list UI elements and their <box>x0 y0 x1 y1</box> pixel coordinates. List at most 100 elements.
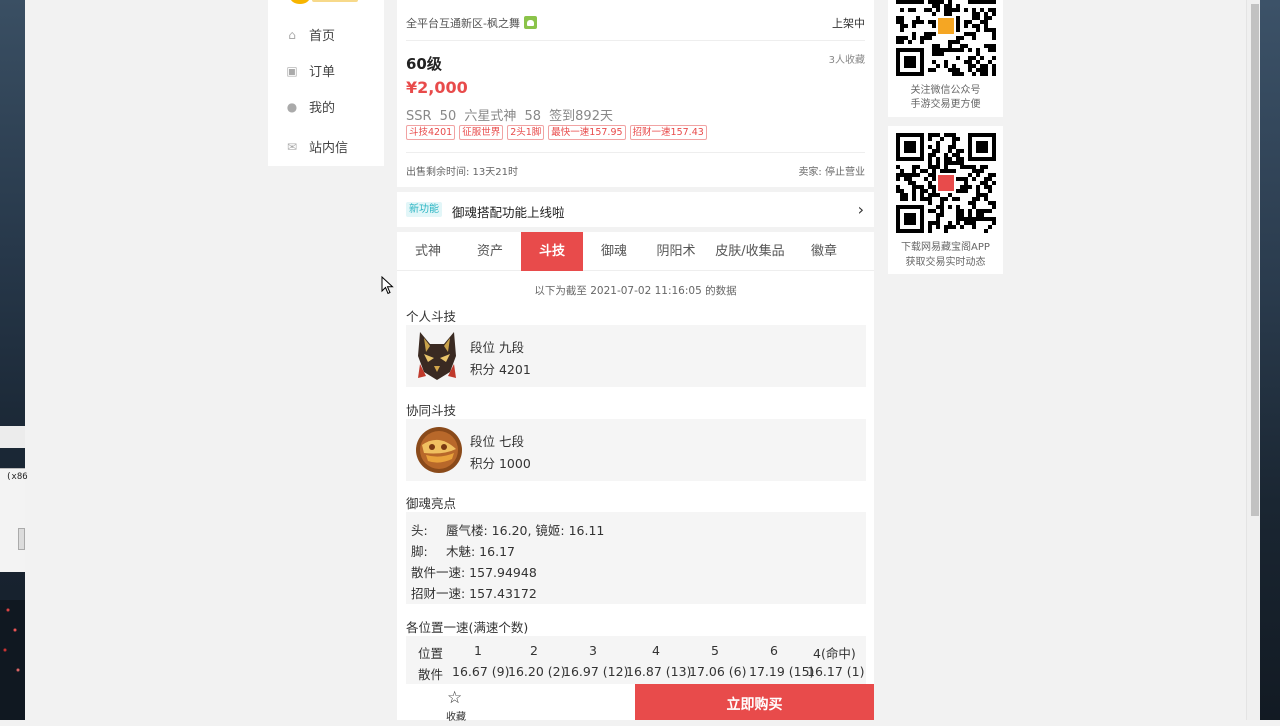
tab-yuhun[interactable]: 御魂 <box>583 232 645 271</box>
desktop-background-right <box>1260 0 1280 720</box>
price: ¥2,000 <box>406 78 468 97</box>
yuhun-line: 头: 蜃气楼: 16.20, 镜姬: 16.11 <box>411 523 605 538</box>
notice-text: 御魂搭配功能上线啦 <box>452 205 565 220</box>
yuhun-line: 脚: 木魅: 16.17 <box>411 544 515 559</box>
nav-item-label: 站内信 <box>309 141 349 156</box>
yuhun-line: 散件一速: 157.94948 <box>411 565 537 580</box>
buy-now-button[interactable]: 立即购买 <box>635 684 874 720</box>
nav-item-label: 首页 <box>309 29 336 44</box>
bottom-action-bar: ☆ 收藏 立即购买 <box>397 684 874 723</box>
table-header-cell: 5 <box>711 643 719 658</box>
section-title-personal: 个人斗技 <box>406 309 457 324</box>
coop-rank: 段位 七段 <box>470 434 524 449</box>
table-header-cell: 位置 <box>418 646 444 661</box>
table-cell: 16.67 (9) <box>452 664 510 679</box>
account-stats: SSR 50 六星式神 58 签到892天 <box>406 109 613 124</box>
table-cell: 16.97 (12) <box>563 664 629 679</box>
speed-table: 位置 1 2 3 4 5 6 4(命中) 散件 16.67 (9) 16.20 … <box>406 636 866 686</box>
table-cell: 16.87 (13) <box>626 664 692 679</box>
chevron-right-icon: › <box>857 200 864 219</box>
table-header-cell: 6 <box>770 643 778 658</box>
new-feature-badge: 新功能 <box>406 202 442 217</box>
table-cell: 16.17 (1) <box>807 664 865 679</box>
server-name: 全平台互通新区-枫之舞 <box>406 15 537 31</box>
background-window-text: (x86 <box>6 472 28 482</box>
wechat-qr-box: 关注微信公众号 手游交易更方便 <box>888 0 1003 117</box>
tab-spells[interactable]: 阴阳术 <box>645 232 707 271</box>
table-header-cell: 4(命中) <box>813 646 856 661</box>
tag: 招财一速157.43 <box>629 125 707 140</box>
nav-item-home[interactable]: ⌂ 首页 <box>286 25 336 45</box>
table-header-cell: 1 <box>474 643 482 658</box>
table-header-cell: 3 <box>589 643 597 658</box>
nav-item-mine[interactable]: ● 我的 <box>286 97 336 117</box>
account-level: 60级 <box>406 55 442 73</box>
tab-badges[interactable]: 徽章 <box>793 232 855 271</box>
tab-bar: 式神 资产 斗技 御魂 阴阳术 皮肤/收集品 徽章 <box>397 232 874 271</box>
listing-status: 上架中 <box>832 17 865 30</box>
nav-item-messages[interactable]: ✉ 站内信 <box>286 137 349 157</box>
favorite-button[interactable]: 收藏 <box>446 708 466 723</box>
order-icon: ▣ <box>286 63 298 78</box>
android-icon <box>523 16 537 29</box>
coop-score: 积分 1000 <box>470 456 531 471</box>
app-download-qr-icon <box>896 133 996 233</box>
left-nav: ⌂ 首页 ▣ 订单 ● 我的 ✉ 站内信 <box>268 0 384 166</box>
personal-pvp-panel: 段位 九段 积分 4201 <box>406 325 866 387</box>
favorite-count: 3人收藏 <box>828 55 865 66</box>
background-window-strip <box>0 426 25 448</box>
section-title-yuhun: 御魂亮点 <box>406 496 457 511</box>
yuhun-highlights-panel: 头: 蜃气楼: 16.20, 镜姬: 16.11 脚: 木魅: 16.17 散件一速… <box>406 512 866 604</box>
table-cell: 16.20 (2) <box>508 664 566 679</box>
scrollbar-thumb[interactable] <box>1251 4 1259 516</box>
feature-notice[interactable]: 新功能 御魂搭配功能上线啦 › <box>397 192 874 227</box>
nav-item-orders[interactable]: ▣ 订单 <box>286 61 336 81</box>
qr-caption: 获取交易实时动态 <box>905 257 986 268</box>
section-title-speed: 各位置一速(满速个数) <box>406 620 529 635</box>
divider <box>406 40 865 41</box>
tag-list: 斗技4201 征服世界 2头1脚 最快一速157.95 招财一速157.43 <box>406 125 707 140</box>
mail-icon: ✉ <box>286 139 298 154</box>
remaining-time: 出售剩余时间: 13天21时 <box>406 167 518 178</box>
background-window <box>0 468 25 572</box>
tag: 征服世界 <box>459 125 504 140</box>
personal-rank: 段位 九段 <box>470 340 524 355</box>
tag: 最快一速157.95 <box>548 125 626 140</box>
logo-text <box>312 0 358 2</box>
listing-info-card: 全平台互通新区-枫之舞 上架中 60级 3人收藏 ¥2,000 SSR 50 六… <box>397 0 874 187</box>
city-lights <box>0 600 25 720</box>
table-cell: 17.19 (15) <box>749 664 815 679</box>
star-icon[interactable]: ☆ <box>447 688 462 708</box>
detail-content: 式神 资产 斗技 御魂 阴阳术 皮肤/收集品 徽章 以下为截至 2021-07-… <box>397 232 874 692</box>
data-timestamp: 以下为截至 2021-07-02 11:16:05 的数据 <box>534 285 737 297</box>
table-header-cell: 4 <box>652 643 660 658</box>
home-icon: ⌂ <box>288 27 296 42</box>
section-title-coop: 协同斗技 <box>406 403 457 418</box>
table-header-cell: 2 <box>530 643 538 658</box>
tab-pvp[interactable]: 斗技 <box>521 232 583 271</box>
user-icon: ● <box>286 99 298 114</box>
qr-caption: 下载网易藏宝阁APP <box>901 242 990 253</box>
background-window-button <box>18 528 25 550</box>
qr-caption: 关注微信公众号 <box>910 85 981 96</box>
tag: 斗技4201 <box>406 125 456 140</box>
logo <box>290 0 310 4</box>
mouse-cursor-icon <box>381 276 394 295</box>
qr-caption: 手游交易更方便 <box>910 99 981 110</box>
seller-name: 卖家: 停止营业 <box>798 167 865 178</box>
table-cell: 17.06 (6) <box>689 664 747 679</box>
app-qr-box: 下载网易藏宝阁APP 获取交易实时动态 <box>888 126 1003 274</box>
tab-shikigami[interactable]: 式神 <box>397 232 459 271</box>
divider <box>406 152 865 153</box>
tab-skins[interactable]: 皮肤/收集品 <box>707 232 793 271</box>
yuhun-line: 招财一速: 157.43172 <box>411 586 537 601</box>
nav-item-label: 订单 <box>309 65 336 80</box>
rank-medal-icon <box>416 427 462 473</box>
tab-assets[interactable]: 资产 <box>459 232 521 271</box>
coop-pvp-panel: 段位 七段 积分 1000 <box>406 419 866 481</box>
fox-mask-icon <box>418 332 456 380</box>
nav-item-label: 我的 <box>309 101 336 116</box>
personal-score: 积分 4201 <box>470 362 531 377</box>
wechat-qr-icon <box>896 0 996 76</box>
table-cell: 散件 <box>418 667 444 682</box>
